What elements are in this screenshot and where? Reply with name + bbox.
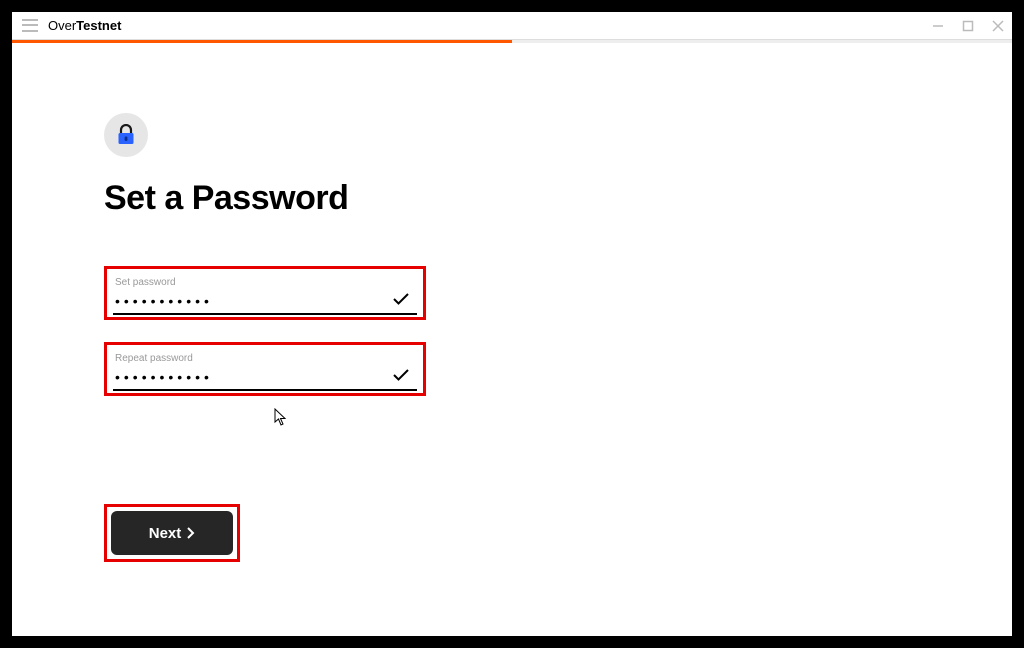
check-icon xyxy=(393,368,415,386)
page-title: Set a Password xyxy=(104,179,1012,218)
window-title: OverTestnet xyxy=(48,18,121,33)
window-controls xyxy=(932,12,1004,39)
password-row xyxy=(113,292,417,315)
cursor-icon xyxy=(274,408,288,426)
title-bold: Testnet xyxy=(76,18,121,33)
password-field-wrap: Set password xyxy=(104,266,426,320)
app-window: OverTestnet Set a Password Set password xyxy=(0,0,1024,648)
repeat-password-label: Repeat password xyxy=(115,353,417,364)
title-prefix: Over xyxy=(48,18,76,33)
repeat-password-input[interactable] xyxy=(115,369,375,385)
password-input[interactable] xyxy=(115,293,375,309)
menu-icon[interactable] xyxy=(22,18,38,34)
next-button[interactable]: Next xyxy=(111,511,233,555)
main-content: Set a Password Set password Repeat passw… xyxy=(12,43,1012,562)
repeat-password-row xyxy=(113,368,417,391)
maximize-icon[interactable] xyxy=(962,20,974,32)
password-label: Set password xyxy=(115,277,417,288)
lock-icon xyxy=(104,113,148,157)
close-icon[interactable] xyxy=(992,20,1004,32)
chevron-right-icon xyxy=(187,527,195,539)
next-button-label: Next xyxy=(149,525,182,542)
next-button-wrap: Next xyxy=(104,504,240,562)
check-icon xyxy=(393,292,415,310)
titlebar: OverTestnet xyxy=(12,12,1012,40)
minimize-icon[interactable] xyxy=(932,20,944,32)
repeat-password-field-wrap: Repeat password xyxy=(104,342,426,396)
